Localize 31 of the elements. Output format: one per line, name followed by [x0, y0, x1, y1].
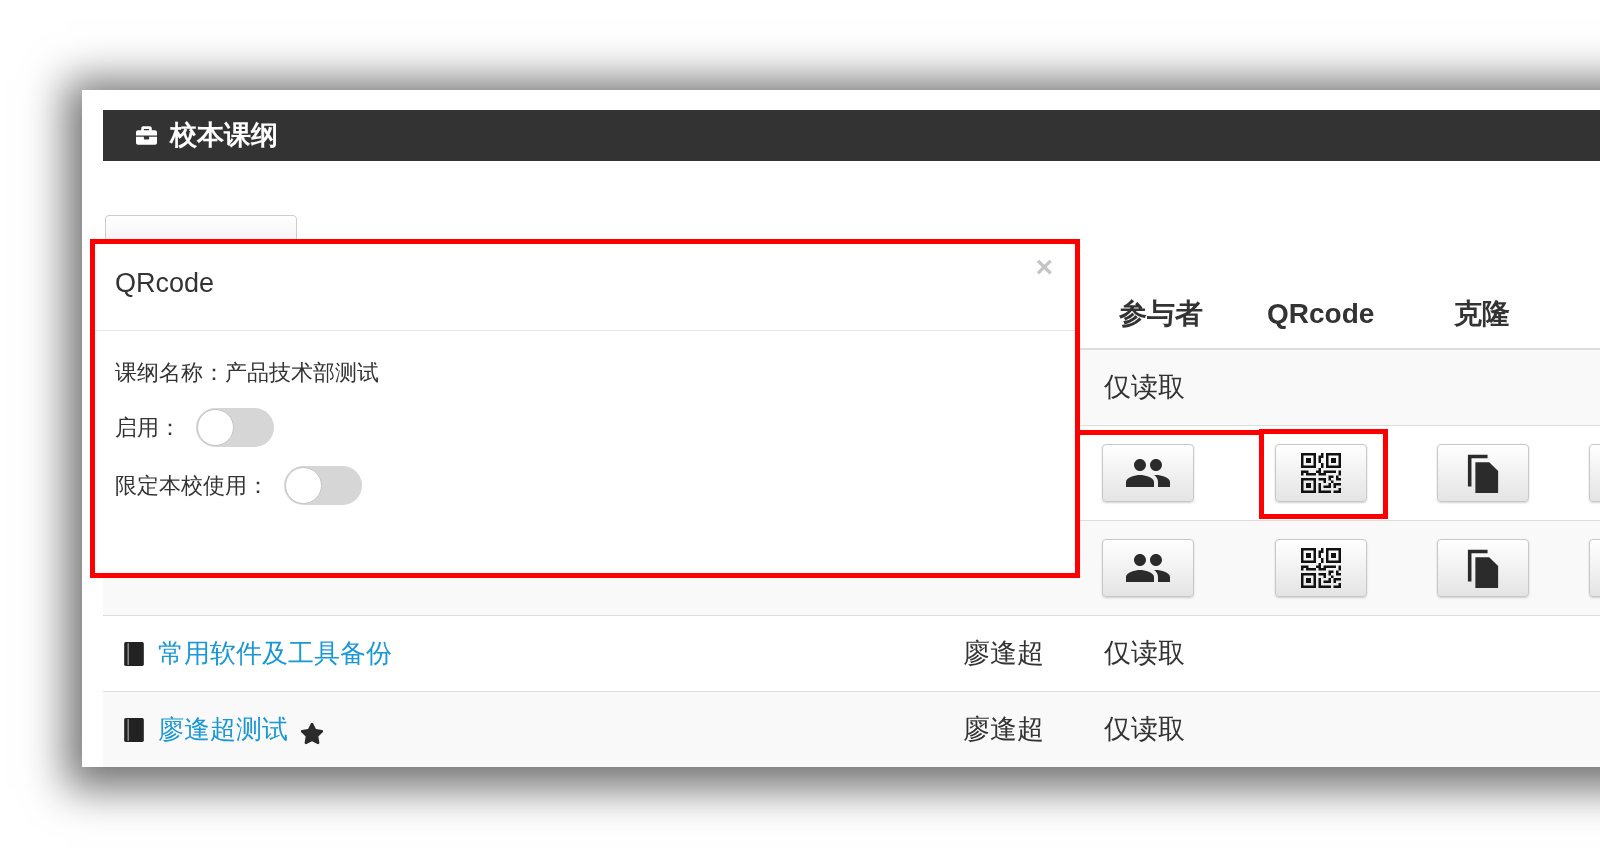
qrcode-button[interactable]	[1275, 444, 1367, 502]
qrcode-button[interactable]	[1275, 539, 1367, 597]
clone-button[interactable]	[1437, 539, 1529, 597]
toggle-switch[interactable]	[284, 466, 362, 505]
syllabus-link[interactable]: 常用软件及工具备份	[158, 634, 392, 673]
field-label: 启用：	[115, 414, 181, 442]
owner-text: 廖逢超	[963, 713, 1044, 747]
access-text: 仅读取	[1104, 637, 1185, 671]
book-icon	[124, 641, 144, 666]
book-icon	[124, 717, 144, 742]
syllabus-name-text: 课纲名称：产品技术部测试	[115, 359, 379, 387]
syllabus-link[interactable]: 廖逢超测试	[158, 710, 288, 749]
toggle-switch[interactable]	[196, 408, 274, 447]
dialog-title: QRcode	[115, 267, 215, 300]
qr-code-icon	[1301, 548, 1341, 588]
access-text: 仅读取	[1104, 371, 1185, 405]
participants-button[interactable]	[1102, 539, 1194, 597]
close-button[interactable]: ×	[1035, 252, 1053, 282]
column-header: QRcode	[1267, 297, 1375, 331]
briefcase-icon	[135, 125, 158, 146]
access-text: 仅读取	[1104, 713, 1185, 747]
page-title: 校本课纲	[170, 122, 278, 149]
copy-icon	[1466, 453, 1500, 493]
owner-text: 廖逢超	[963, 637, 1044, 671]
qr-code-icon	[1301, 453, 1341, 493]
column-header: 克隆	[1454, 297, 1510, 331]
clone-button[interactable]	[1437, 444, 1529, 502]
copy-icon	[1466, 548, 1500, 588]
field-label: 限定本校使用：	[115, 472, 269, 500]
participants-button[interactable]	[1102, 444, 1194, 502]
column-header: 参与者	[1119, 297, 1203, 331]
